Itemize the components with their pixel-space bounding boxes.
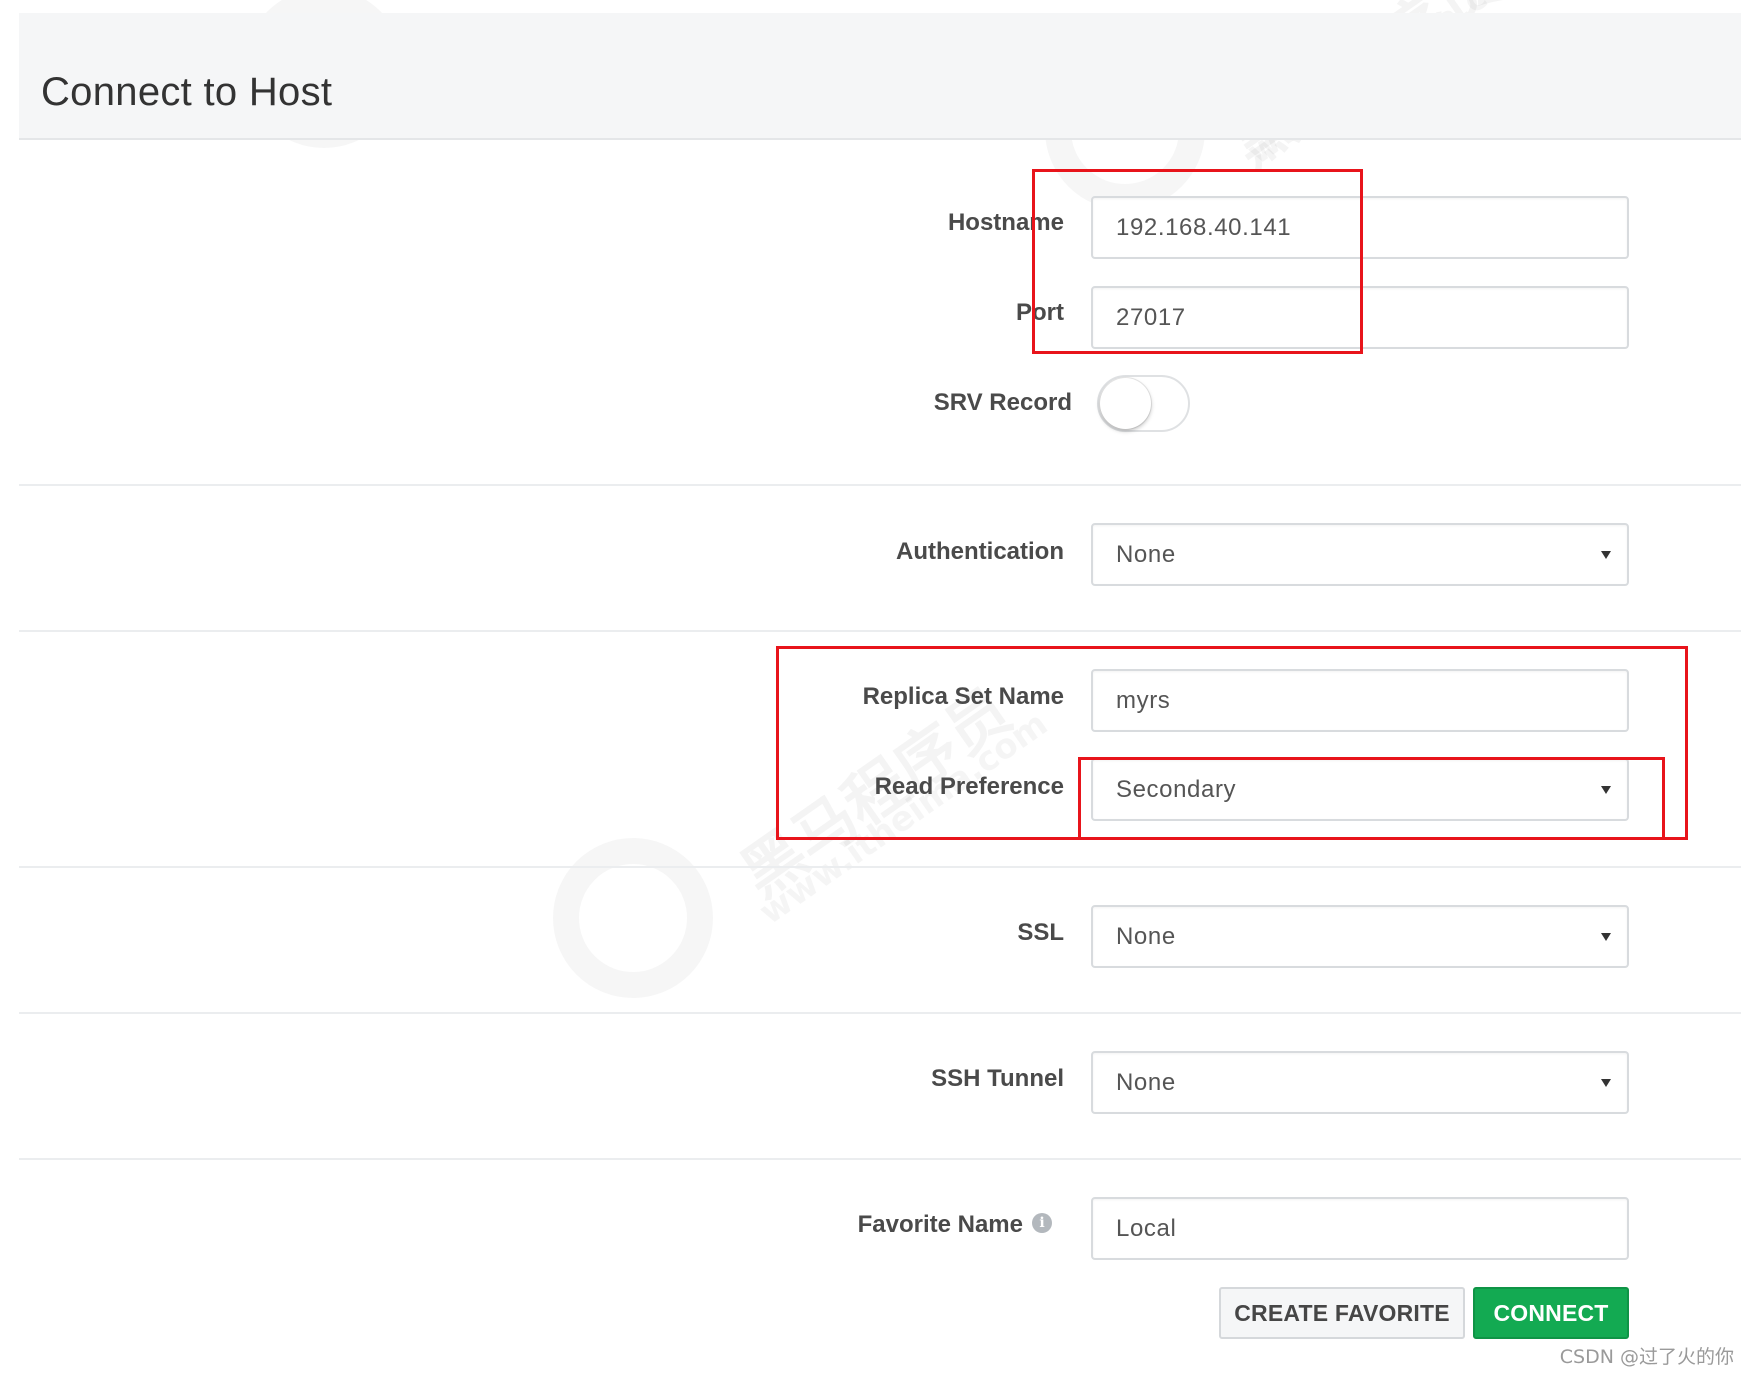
favorite-name-input[interactable]: Local	[1091, 1197, 1629, 1260]
connect-to-host-window: 黑马程序员 www.itheima.com 黑马程序员 www.itheima.…	[0, 0, 1748, 1374]
section-divider	[19, 484, 1741, 486]
caret-down-icon	[1601, 550, 1611, 559]
authentication-select[interactable]: None	[1091, 523, 1629, 586]
section-divider	[19, 866, 1741, 868]
srv-record-toggle[interactable]	[1097, 375, 1190, 432]
ssh-tunnel-select[interactable]: None	[1091, 1051, 1629, 1114]
ssh-tunnel-value: None	[1116, 1068, 1176, 1096]
ssh-tunnel-label: SSH Tunnel	[931, 1065, 1064, 1092]
section-divider	[19, 630, 1741, 632]
toggle-knob	[1100, 378, 1151, 429]
favorite-name-label: Favorite Name	[857, 1211, 1023, 1238]
annotation-box-host-port	[1032, 169, 1363, 354]
ssl-select[interactable]: None	[1091, 905, 1629, 968]
ssl-value: None	[1116, 922, 1176, 950]
dialog-header: Connect to Host	[19, 13, 1741, 140]
annotation-box-read-preference	[1078, 757, 1665, 840]
page-title: Connect to Host	[41, 70, 333, 114]
section-divider	[19, 1012, 1741, 1014]
ssl-label: SSL	[1017, 919, 1064, 946]
section-divider	[19, 1158, 1741, 1160]
authentication-label: Authentication	[896, 538, 1064, 565]
caret-down-icon	[1601, 932, 1611, 941]
csdn-credit: CSDN @过了火的你	[1559, 1346, 1734, 1368]
create-favorite-button[interactable]: CREATE FAVORITE	[1219, 1287, 1465, 1339]
caret-down-icon	[1601, 1078, 1611, 1087]
authentication-value: None	[1116, 540, 1176, 568]
info-icon[interactable]: i	[1032, 1213, 1052, 1233]
connect-button[interactable]: CONNECT	[1473, 1287, 1629, 1339]
srv-record-label: SRV Record	[933, 389, 1072, 416]
favorite-name-value: Local	[1116, 1214, 1177, 1242]
